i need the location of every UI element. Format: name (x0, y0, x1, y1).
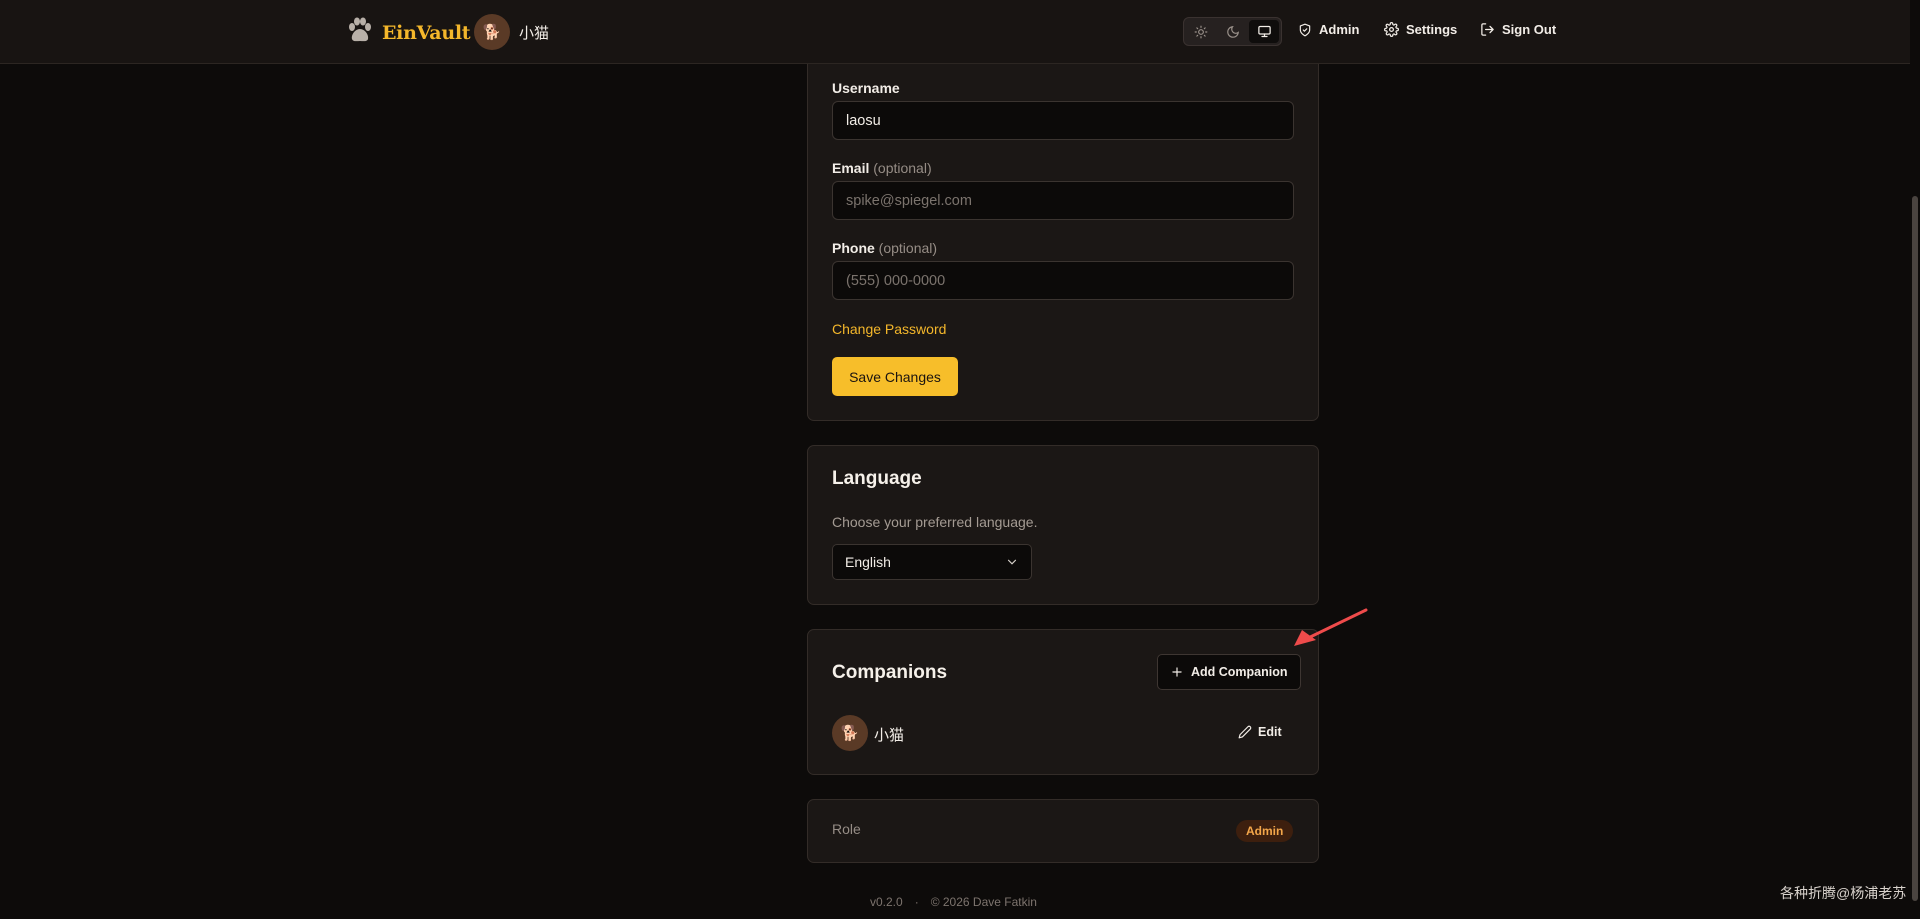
language-select[interactable]: English (832, 544, 1032, 580)
gear-icon (1384, 22, 1399, 37)
sun-icon[interactable] (1186, 20, 1216, 43)
companion-name: 小猫 (519, 24, 550, 42)
footer: v0.2.0 · © 2026 Dave Fatkin (870, 895, 1037, 909)
moon-icon[interactable] (1218, 20, 1248, 43)
copyright-text: © 2026 Dave Fatkin (930, 895, 1037, 909)
plus-icon (1172, 667, 1182, 677)
edit-companion-button[interactable]: Edit (1238, 725, 1282, 739)
username-input[interactable]: laosu (832, 101, 1294, 140)
monitor-icon[interactable] (1249, 20, 1280, 43)
email-input[interactable]: spike@spiegel.com (832, 181, 1294, 220)
sign-out-label: Sign Out (1502, 22, 1557, 37)
dog-avatar-icon: 🐕 (832, 715, 868, 751)
add-companion-label: Add Companion (1191, 665, 1288, 679)
save-changes-button[interactable]: Save Changes (832, 357, 958, 396)
companions-title: Companions (832, 662, 948, 683)
dog-avatar-icon: 🐕 (474, 14, 510, 50)
admin-link[interactable]: Admin (1298, 22, 1359, 37)
role-card: Role Admin (807, 799, 1319, 863)
companions-card: Companions Add Companion 🐕 小猫 Edit (807, 629, 1319, 775)
change-password-link[interactable]: Change Password (832, 321, 946, 337)
email-placeholder: spike@spiegel.com (846, 192, 972, 209)
shield-icon (1299, 23, 1311, 36)
language-selected: English (845, 554, 891, 570)
username-value: laosu (846, 112, 881, 129)
admin-link-label: Admin (1319, 22, 1360, 37)
brand-name: EinVault (382, 21, 471, 44)
scrollbar-thumb[interactable] (1912, 196, 1918, 901)
role-label: Role (832, 821, 861, 837)
version-text: v0.2.0 (870, 895, 903, 909)
phone-input[interactable]: (555) 000-0000 (832, 261, 1294, 300)
username-label: Username (832, 80, 900, 96)
annotation-arrow-icon (1294, 608, 1368, 646)
companion-item-name: 小猫 (874, 727, 905, 744)
footer-separator: · (914, 895, 919, 909)
brand-logo[interactable]: EinVault (346, 16, 471, 49)
chevron-down-icon (1007, 559, 1017, 565)
top-nav-bar: EinVault 🐕 小猫 Admin Settings Sign Out (0, 0, 1910, 64)
pencil-icon (1238, 725, 1252, 739)
phone-placeholder: (555) 000-0000 (846, 272, 946, 289)
phone-label: Phone (optional) (832, 240, 938, 256)
sign-out-button[interactable]: Sign Out (1480, 22, 1556, 37)
watermark: 各种折腾@杨浦老苏 (1780, 885, 1907, 901)
companion-row: 🐕 小猫 Edit (832, 715, 1294, 751)
paw-icon (346, 16, 374, 49)
language-description: Choose your preferred language. (832, 514, 1038, 530)
role-badge: Admin (1236, 820, 1294, 842)
logout-icon (1481, 23, 1494, 36)
companion-switcher[interactable]: 🐕 小猫 (474, 14, 549, 50)
email-label: Email (optional) (832, 160, 932, 176)
edit-label: Edit (1258, 725, 1282, 739)
language-card: Language Choose your preferred language.… (807, 445, 1319, 605)
settings-link-label: Settings (1406, 22, 1458, 37)
language-title: Language (832, 468, 922, 489)
theme-toggle (1183, 17, 1282, 46)
add-companion-button[interactable]: Add Companion (1157, 654, 1301, 690)
settings-link[interactable]: Settings (1384, 22, 1457, 37)
